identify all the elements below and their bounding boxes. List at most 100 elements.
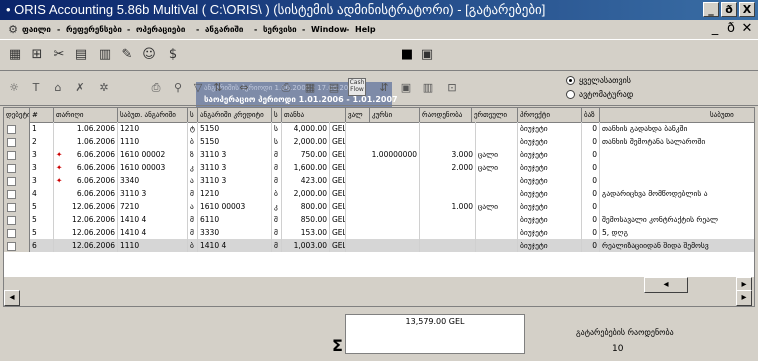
- col-amount[interactable]: თანხა: [282, 108, 346, 122]
- mdi-close-icon[interactable]: ✕: [740, 22, 754, 36]
- mdi-minimize-icon[interactable]: _: [708, 22, 722, 36]
- transfer-icon[interactable]: ⇵: [376, 80, 392, 96]
- linked-document-icon[interactable]: ✦: [56, 174, 62, 187]
- text-icon[interactable]: T: [28, 80, 44, 96]
- col-s2[interactable]: ს: [272, 108, 282, 122]
- col-s1[interactable]: ს: [188, 108, 198, 122]
- row-indicator[interactable]: [4, 122, 30, 135]
- maximize-button[interactable]: ð: [721, 2, 737, 17]
- mdi-restore-icon[interactable]: ð: [724, 22, 738, 36]
- menu-file[interactable]: ფაილი: [22, 25, 51, 34]
- scroll-left-button[interactable]: ◂: [4, 290, 20, 306]
- sort-icon[interactable]: ⇅: [210, 80, 226, 96]
- export-icon[interactable]: ⊡: [444, 80, 460, 96]
- delete-icon[interactable]: ✗: [72, 80, 88, 96]
- row-indicator[interactable]: [4, 174, 30, 187]
- col-rate[interactable]: კურსი: [370, 108, 420, 122]
- col-base[interactable]: ბაზ: [582, 108, 600, 122]
- col-number[interactable]: #: [30, 108, 54, 122]
- row-indicator[interactable]: [4, 148, 30, 161]
- calculator-icon[interactable]: ▦: [6, 46, 24, 64]
- row-rate: [346, 161, 420, 174]
- col-date[interactable]: თარიღი: [54, 108, 118, 122]
- col-currency[interactable]: ვალ: [346, 108, 370, 122]
- linked-document-icon[interactable]: ✦: [56, 161, 62, 174]
- close-button[interactable]: X: [739, 2, 755, 17]
- building-icon[interactable]: ▥: [96, 46, 114, 64]
- row-checkbox[interactable]: [7, 177, 16, 186]
- row-checkbox[interactable]: [7, 151, 16, 160]
- menu-references[interactable]: რეფერენსები: [66, 25, 122, 34]
- navigate-icon[interactable]: ⇔: [236, 80, 252, 96]
- row-checkbox[interactable]: [7, 229, 16, 238]
- row-checkbox[interactable]: [7, 242, 16, 251]
- row-indicator[interactable]: [4, 213, 30, 226]
- col-debit-account[interactable]: საბუთ. ანგარიში: [118, 108, 188, 122]
- menu-report[interactable]: ანგარიში: [205, 25, 243, 34]
- menu-operations[interactable]: ოპერაციები: [136, 25, 185, 34]
- radio-auto[interactable]: ავტომატურად: [566, 90, 633, 99]
- table-row[interactable]: 5 12.06.2006 1410 4 მ 6110 შ 850.00 GEL ბიუჯეტი 0…: [4, 213, 754, 226]
- row-indicator[interactable]: [4, 200, 30, 213]
- col-document[interactable]: საბუთი: [600, 108, 754, 122]
- row-debit-account: 7210: [118, 200, 188, 213]
- settings-icon[interactable]: ✲: [96, 80, 112, 96]
- menu-help[interactable]: Help: [355, 25, 376, 34]
- find-icon[interactable]: ⚲: [170, 80, 186, 96]
- tools-icon[interactable]: ✂: [50, 46, 68, 64]
- funnel-icon[interactable]: ▽: [190, 80, 206, 96]
- cash-flow-icon[interactable]: Cash Flow: [348, 78, 366, 96]
- edit-icon[interactable]: ✎: [118, 46, 136, 64]
- linked-document-icon[interactable]: ✦: [56, 148, 62, 161]
- col-quantity[interactable]: რაოდენობა: [420, 108, 472, 122]
- currency-icon[interactable]: $: [164, 46, 182, 64]
- col-project[interactable]: პროექტი: [518, 108, 582, 122]
- filter-icon[interactable]: ☼: [6, 80, 22, 96]
- monitor-icon[interactable]: ■: [398, 46, 416, 64]
- row-indicator[interactable]: [4, 161, 30, 174]
- people-icon[interactable]: ☺: [140, 46, 158, 64]
- table-icon[interactable]: ▥: [420, 80, 436, 96]
- row-checkbox[interactable]: [7, 216, 16, 225]
- radio-all[interactable]: ყველასათვის: [566, 76, 631, 85]
- row-indicator[interactable]: [4, 226, 30, 239]
- radio-auto-dot[interactable]: [566, 90, 575, 99]
- minimize-button[interactable]: _: [703, 2, 719, 17]
- col-debit-flag[interactable]: დებეტი: [4, 108, 30, 122]
- chart-of-accounts-icon[interactable]: ⊞: [28, 46, 46, 64]
- row-indicator[interactable]: [4, 135, 30, 148]
- document-icon[interactable]: ▤: [72, 46, 90, 64]
- table-row[interactable]: 3 6.06.2006 ✦ 3340 ა 3110 3 მ 423.00 GEL ბიუჯეტი…: [4, 174, 754, 187]
- invoice-icon[interactable]: ▣: [398, 80, 414, 96]
- grid-icon[interactable]: ▦: [302, 80, 318, 96]
- menu-service[interactable]: სერვისი: [263, 25, 297, 34]
- inner-scroll-track[interactable]: ◂: [644, 277, 688, 293]
- print-preview-icon[interactable]: ⎙: [278, 80, 294, 96]
- table-row[interactable]: 3 6.06.2006 ✦ 1610 00002 ზ 3110 3 მ 750.00 GEL 1…: [4, 148, 754, 161]
- table-row[interactable]: 6 12.06.2006 1110 ბ 1410 4 მ 1,003.00 GEL ბიუჯეტ…: [4, 239, 754, 252]
- row-checkbox[interactable]: [7, 203, 16, 212]
- report-icon[interactable]: ▤: [326, 80, 342, 96]
- row-s2: მ: [272, 174, 282, 187]
- open-icon[interactable]: ⌂: [50, 80, 66, 96]
- table-row[interactable]: 5 12.06.2006 7210 ა 1610 00003 კ 800.00 GEL 1.00…: [4, 200, 754, 213]
- row-checkbox[interactable]: [7, 190, 16, 199]
- row-indicator[interactable]: [4, 187, 30, 200]
- col-unit[interactable]: ერთეული: [472, 108, 518, 122]
- row-project: ბიუჯეტი: [518, 135, 582, 148]
- table-row[interactable]: 1 1.06.2006 1210 ტ 5150 ს 4,000.00 GEL ბიუჯეტი 0 თ…: [4, 122, 754, 135]
- table-row[interactable]: 3 6.06.2006 ✦ 1610 00003 კ 3110 3 მ 1,600.00 GE…: [4, 161, 754, 174]
- row-checkbox[interactable]: [7, 164, 16, 173]
- row-checkbox[interactable]: [7, 125, 16, 134]
- table-row[interactable]: 4 6.06.2006 3110 3 მ 1210 ბ 2,000.00 GEL ბიუჯეტი…: [4, 187, 754, 200]
- col-credit-account[interactable]: ანგარიში კრედიტი: [198, 108, 272, 122]
- window-icon[interactable]: ▣: [418, 46, 436, 64]
- print-icon[interactable]: ⎙: [148, 80, 164, 96]
- radio-all-dot[interactable]: [566, 76, 575, 85]
- table-row[interactable]: 5 12.06.2006 1410 4 მ 3330 მ 153.00 GEL ბიუჯეტი 0…: [4, 226, 754, 239]
- menu-window[interactable]: Window: [311, 25, 347, 34]
- scroll-right-button[interactable]: ▸: [736, 290, 752, 306]
- table-row[interactable]: 2 1.06.2006 1110 ბ 5150 ს 2,000.00 GEL ბიუჯეტი 0 თ…: [4, 135, 754, 148]
- row-checkbox[interactable]: [7, 138, 16, 147]
- row-indicator[interactable]: [4, 239, 30, 252]
